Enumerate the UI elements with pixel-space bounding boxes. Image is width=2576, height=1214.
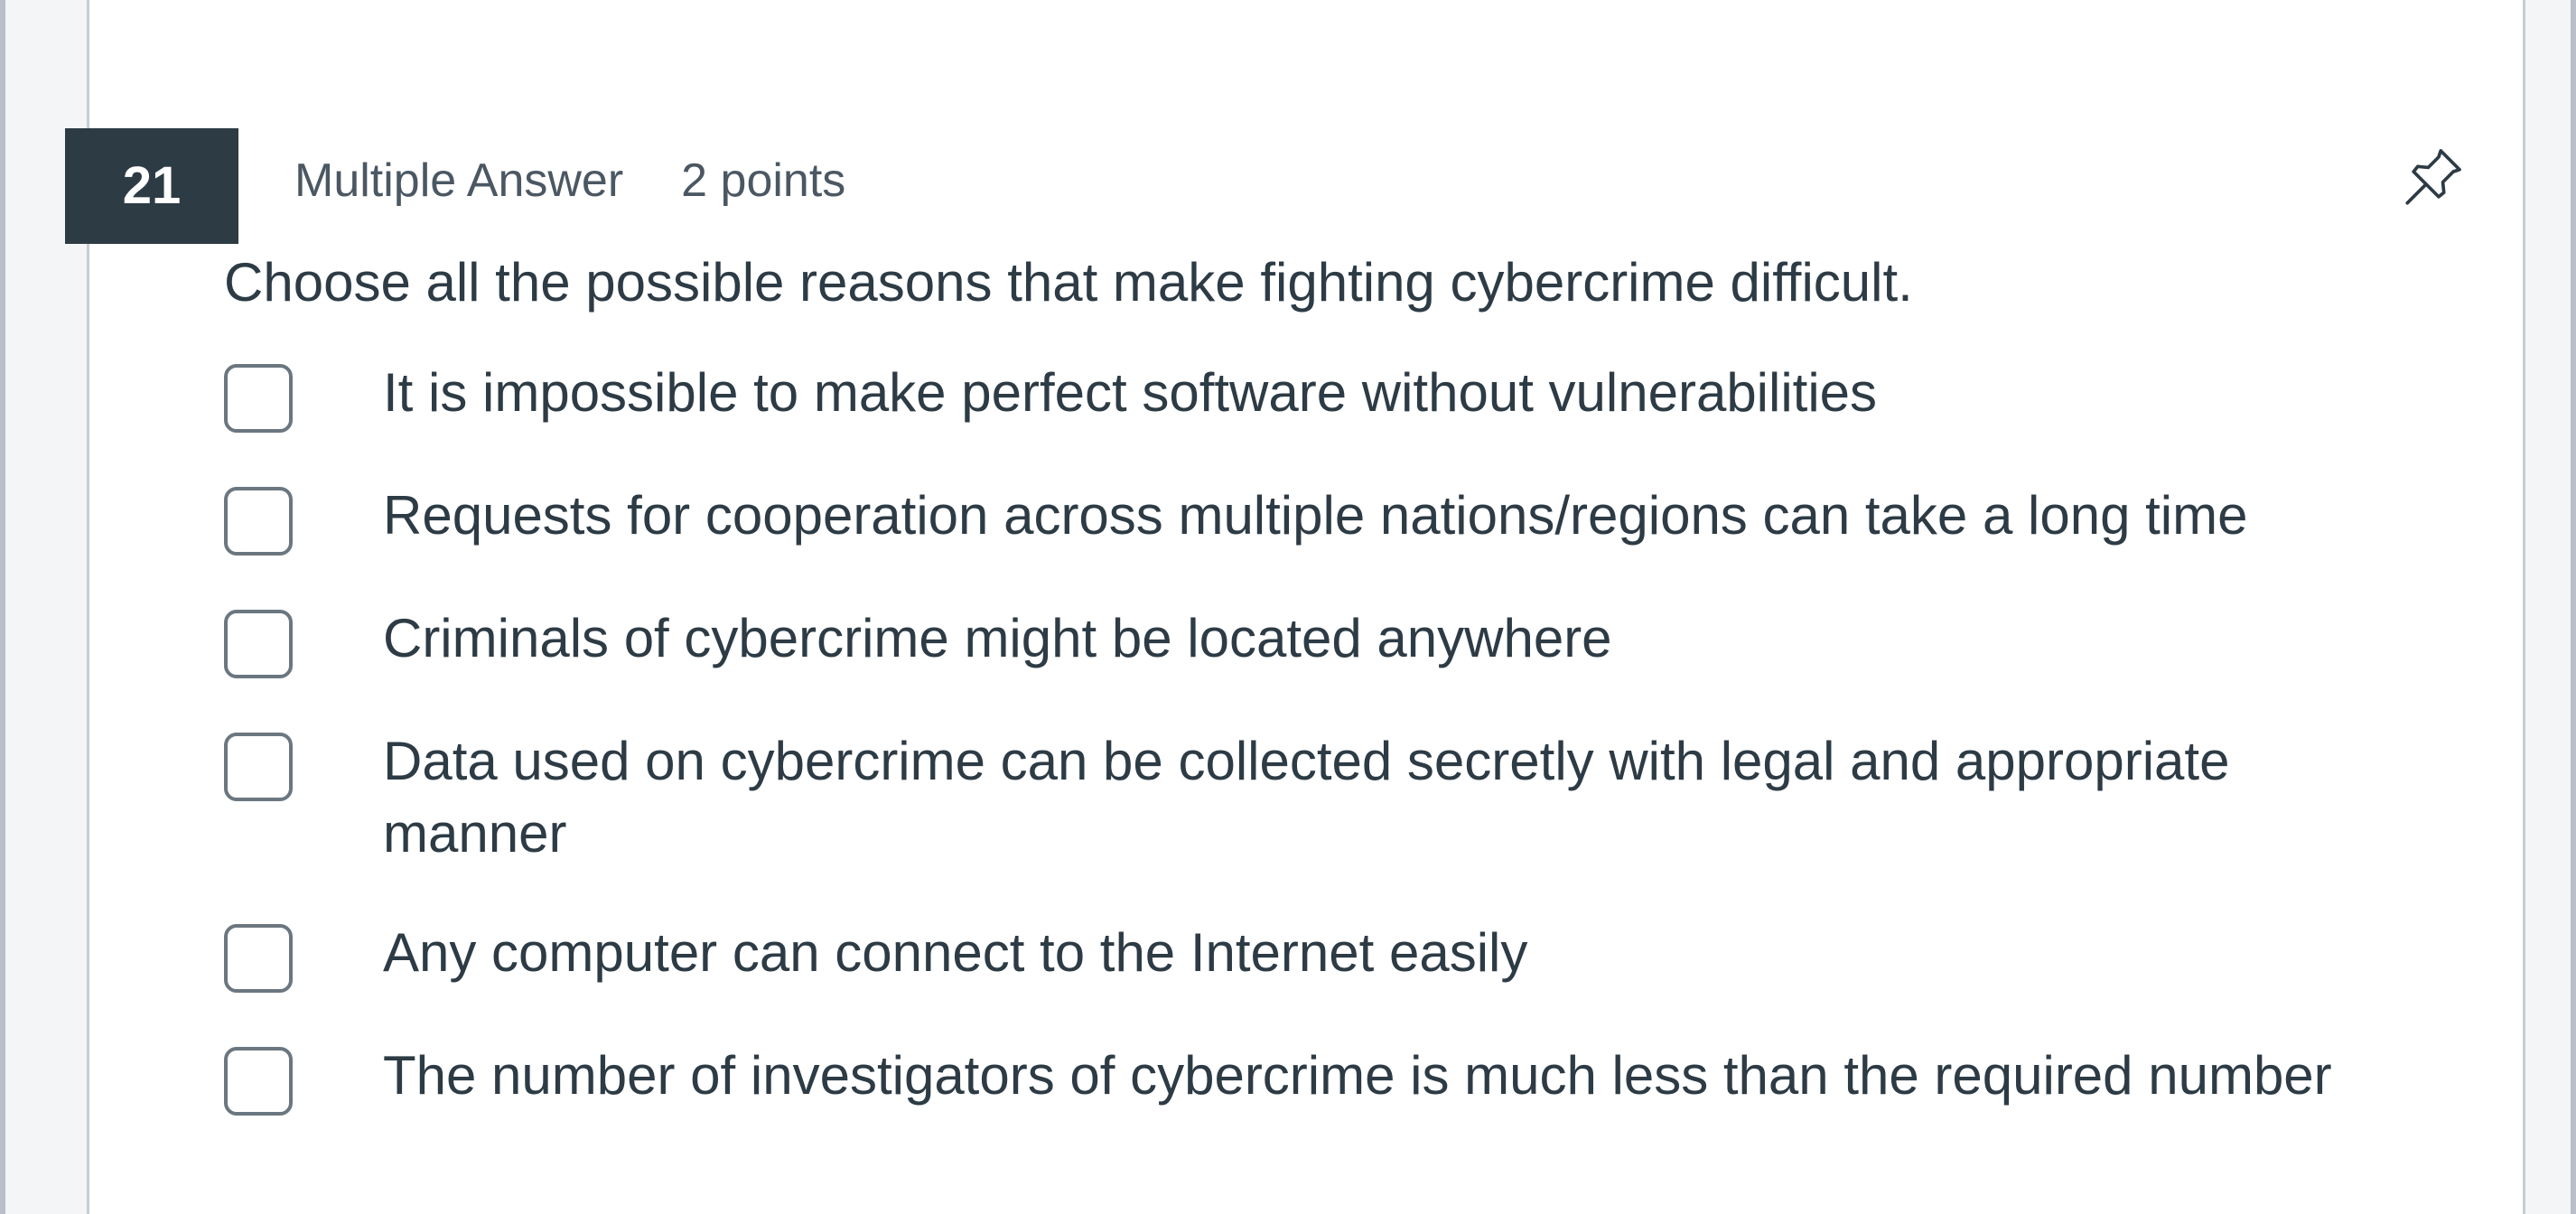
answer-option[interactable]: The number of investigators of cybercrim…	[224, 1040, 2446, 1116]
answer-label: The number of investigators of cybercrim…	[383, 1045, 2332, 1106]
answer-label: Requests for cooperation across multiple…	[383, 485, 2248, 546]
answer-option[interactable]: Criminals of cybercrime might be located…	[224, 602, 2446, 678]
answer-list: It is impossible to make perfect softwar…	[224, 357, 2446, 1163]
checkbox[interactable]	[224, 364, 293, 433]
checkbox[interactable]	[224, 610, 293, 678]
answer-option[interactable]: It is impossible to make perfect softwar…	[224, 357, 2446, 433]
answer-label: Any computer can connect to the Internet…	[383, 922, 1528, 983]
checkbox[interactable]	[224, 487, 293, 556]
checkbox[interactable]	[224, 924, 293, 993]
question-type: Multiple Answer	[294, 154, 624, 207]
question-prompt: Choose all the possible reasons that mak…	[224, 252, 1913, 313]
quiz-page: 21 Multiple Answer 2 points Choose all th…	[0, 0, 2576, 1214]
answer-option[interactable]: Any computer can connect to the Internet…	[224, 917, 2446, 993]
answer-option[interactable]: Requests for cooperation across multiple…	[224, 480, 2446, 556]
question-number: 21	[65, 128, 238, 244]
checkbox[interactable]	[224, 1047, 293, 1116]
question-meta: Multiple Answer 2 points	[294, 154, 845, 208]
answer-label: Criminals of cybercrime might be located…	[383, 608, 1612, 668]
answer-label: It is impossible to make perfect softwar…	[383, 362, 1878, 423]
left-edge	[0, 0, 5, 1214]
answer-label: Data used on cybercrime can be collected…	[383, 731, 2230, 864]
right-edge	[2571, 0, 2576, 1214]
question-points: 2 points	[681, 154, 846, 207]
checkbox[interactable]	[224, 733, 293, 801]
answer-option[interactable]: Data used on cybercrime can be collected…	[224, 725, 2446, 870]
pushpin-icon[interactable]	[2399, 145, 2466, 211]
